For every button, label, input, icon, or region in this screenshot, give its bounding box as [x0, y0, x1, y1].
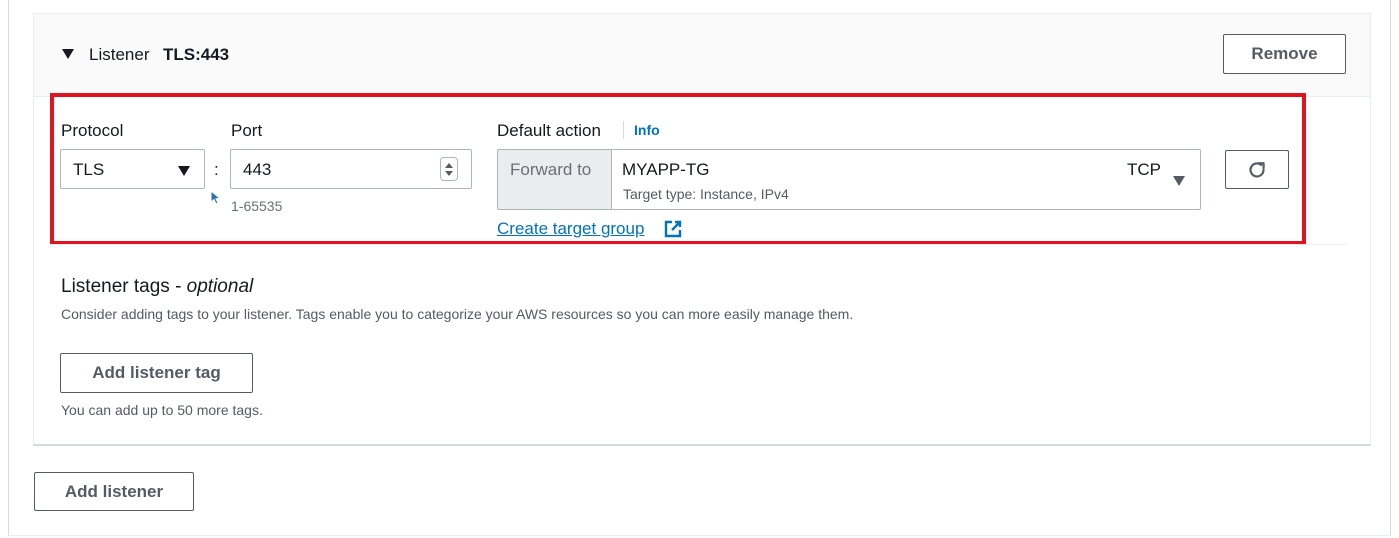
section-divider — [50, 244, 1346, 245]
remove-button[interactable]: Remove — [1223, 34, 1346, 74]
add-listener-button[interactable]: Add listener — [34, 472, 194, 511]
listener-header: Listener TLS:443 Remove — [34, 14, 1370, 97]
highlight-box — [50, 93, 1306, 245]
listener-name: TLS:443 — [163, 45, 230, 64]
tags-limit-text: You can add up to 50 more tags. — [61, 402, 263, 418]
listener-tags-description: Consider adding tags to your listener. T… — [61, 306, 854, 322]
add-listener-tag-button[interactable]: Add listener tag — [60, 353, 253, 393]
listener-label: Listener — [89, 45, 150, 64]
listener-tags-title: Listener tags - optional — [61, 276, 254, 297]
caret-down-icon[interactable] — [62, 49, 74, 59]
